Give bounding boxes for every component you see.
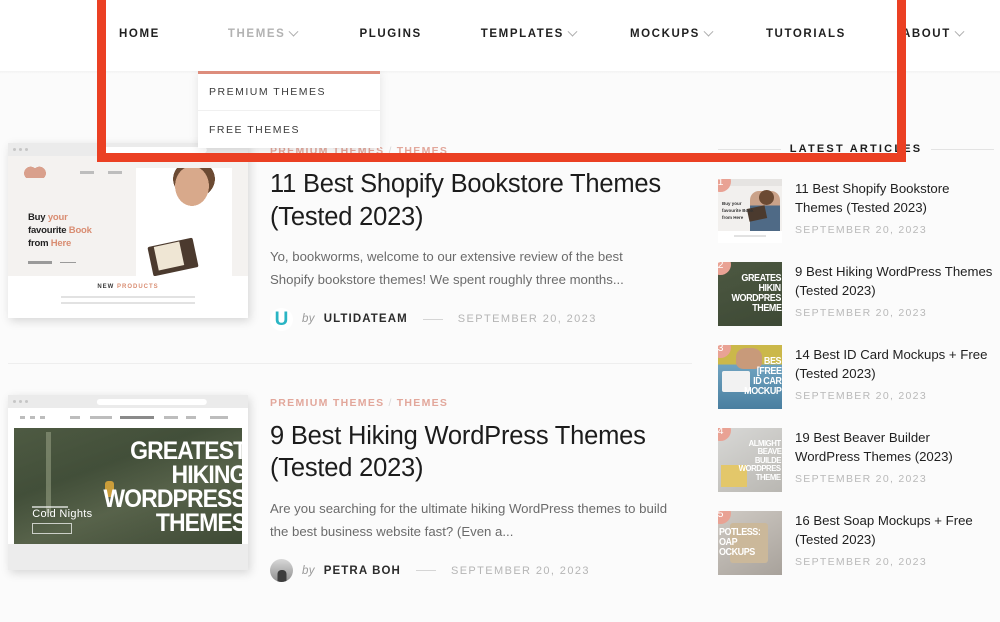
list-item[interactable]: GREATES HIKIN WORDPRES THEME 2 9 Best Hi… [718,262,994,326]
nav-item-mockups[interactable]: MOCKUPS [629,26,714,40]
themes-dropdown-menu[interactable]: PREMIUM THEMES FREE THEMES [198,71,380,148]
thumbnail-overlay-text: GREATEST HIKING WORDPRESS THEMES [103,436,246,537]
sidebar-article-title[interactable]: 9 Best Hiking WordPress Themes (Tested 2… [795,263,994,300]
nav-item-plugins[interactable]: PLUGINS [359,28,421,40]
by-label: by [302,313,315,326]
nav-item-tutorials[interactable]: TUTORIALS [766,28,846,40]
browser-chrome-bar [8,394,248,408]
author-avatar: U [270,307,293,331]
publish-date: SEPTEMBER 20, 2023 [457,313,597,326]
nav-label: THEMES [227,28,286,40]
sidebar-article-date: SEPTEMBER 20, 2023 [795,473,927,486]
hiking-mock-page: Cold Nights GREATEST HIKING WORDPRESS TH… [8,407,248,570]
site-header: HOME THEMES PLUGINS TEMPLATES MOCKUPS TU… [0,0,1000,71]
article-thumbnail[interactable]: Buy your favourite Book from Here NEW PR… [8,143,248,318]
author-name[interactable]: PETRA BOH [324,565,401,577]
nav-label: ABOUT [901,28,951,40]
sidebar-latest-articles: LATEST ARTICLES Buy your favourite Book … [718,143,995,594]
meta-separator [422,318,443,320]
category-link[interactable]: THEMES [397,397,449,409]
mock-headline: Buy your favourite Book from Here [28,212,92,249]
sidebar-thumbnail[interactable]: GREATES HIKIN WORDPRES THEME 2 [718,262,782,326]
list-item[interactable]: ALMIGHT BEAVE BUILDE WORDPRES THEME 4 19… [718,428,994,492]
sidebar-article-date: SEPTEMBER 20, 2023 [795,556,927,569]
chevron-down-icon [954,26,965,37]
nav-label: TUTORIALS [765,28,846,40]
sidebar-article-date: SEPTEMBER 20, 2023 [795,390,927,403]
article-title[interactable]: 11 Best Shopify Bookstore Themes (Tested… [270,168,692,233]
category-link[interactable]: PREMIUM THEMES [270,397,384,409]
nav-item-about[interactable]: ABOUT [901,26,965,40]
nav-label: TEMPLATES [480,28,564,40]
nav-label: PLUGINS [359,28,422,40]
chevron-down-icon [703,26,714,37]
article-divider [8,362,692,364]
sidebar-article-title[interactable]: 19 Best Beaver Builder WordPress Themes … [795,429,994,466]
category-link[interactable]: THEMES [397,145,449,157]
nav-label: MOCKUPS [629,28,700,40]
article-body: PREMIUM THEMES / THEMES 9 Best Hiking Word… [270,395,692,583]
sidebar-article-title[interactable]: 11 Best Shopify Bookstore Themes (Tested… [795,180,994,217]
sidebar-thumbnail[interactable]: BES [FREE ID CAR MOCKUP 3 [718,345,782,409]
article-card[interactable]: Cold Nights GREATEST HIKING WORDPRESS TH… [8,394,692,583]
menu-item-free-themes[interactable]: FREE THEMES [198,111,380,148]
sidebar-thumbnail[interactable]: POTLESS: OAP OCKUPS 5 [718,511,782,575]
author-avatar [270,559,293,583]
article-meta: U by ULTIDATEAM SEPTEMBER 20, 2023 [270,307,692,331]
mock-logo-icon [24,166,46,178]
list-item[interactable]: Buy your favourite Book from Here 1 11 B… [718,179,994,243]
sidebar-article-title[interactable]: 14 Best ID Card Mockups + Free (Tested 2… [795,346,994,383]
nav-item-home[interactable]: HOME [119,28,160,40]
thumbnail-text: Buy your favourite Book from Here [722,201,754,220]
article-excerpt: Are you searching for the ultimate hikin… [270,500,668,539]
article-excerpt: Yo, bookworms, welcome to our extensive … [270,249,624,287]
header-shadow [0,71,1000,74]
bookstore-mock-page: Buy your favourite Book from Here NEW PR… [8,156,248,318]
chevron-down-icon [288,26,299,37]
mock-section-title: NEW PRODUCTS [97,284,159,290]
article-title[interactable]: 9 Best Hiking WordPress Themes (Tested 2… [270,420,692,485]
list-item[interactable]: POTLESS: OAP OCKUPS 5 16 Best Soap Mocku… [718,511,994,575]
page-body: Buy your favourite Book from Here NEW PR… [0,71,1000,622]
sidebar-article-date: SEPTEMBER 20, 2023 [795,307,927,320]
article-meta: by PETRA BOH SEPTEMBER 20, 2023 [270,559,692,583]
chevron-down-icon [567,26,578,37]
nav-item-templates[interactable]: TEMPLATES [480,26,578,40]
article-list: Buy your favourite Book from Here NEW PR… [8,143,692,583]
sidebar-article-date: SEPTEMBER 20, 2023 [795,224,927,237]
article-categories[interactable]: PREMIUM THEMES / THEMES [270,397,692,409]
sidebar-title: LATEST ARTICLES [789,143,923,155]
article-body: PREMIUM THEMES / THEMES 11 Best Shopify Bo… [270,143,692,331]
page-root: Buy your favourite Book from Here NEW PR… [0,0,1000,622]
author-name[interactable]: ULTIDATEAM [324,313,408,325]
sidebar-heading: LATEST ARTICLES [718,143,995,155]
by-label: by [302,564,315,577]
nav-label: HOME [119,28,160,40]
meta-separator [415,570,436,572]
sidebar-thumbnail[interactable]: ALMIGHT BEAVE BUILDE WORDPRES THEME 4 [718,428,782,492]
list-item[interactable]: BES [FREE ID CAR MOCKUP 3 14 Best ID Car… [718,345,994,409]
nav-item-themes[interactable]: THEMES [227,26,299,40]
sidebar-article-title[interactable]: 16 Best Soap Mockups + Free (Tested 2023… [795,512,994,549]
sidebar-thumbnail[interactable]: Buy your favourite Book from Here 1 [718,179,782,243]
rule-right [931,148,995,150]
publish-date: SEPTEMBER 20, 2023 [450,564,590,577]
article-thumbnail[interactable]: Cold Nights GREATEST HIKING WORDPRESS TH… [8,394,248,570]
main-navigation: HOME THEMES PLUGINS TEMPLATES MOCKUPS TU… [0,26,1000,40]
article-card[interactable]: Buy your favourite Book from Here NEW PR… [8,143,692,331]
rule-left [718,148,781,150]
menu-item-premium-themes[interactable]: PREMIUM THEMES [198,74,380,111]
